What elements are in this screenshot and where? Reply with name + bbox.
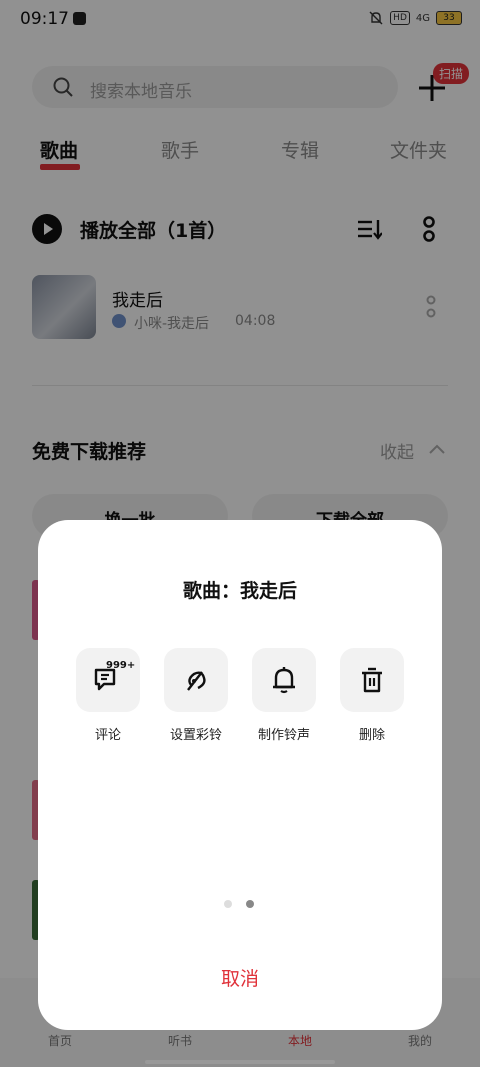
comment-count-badge: 999+ [106,660,136,671]
home-indicator [145,1060,335,1064]
sheet-title: 歌曲：我走后 [182,580,297,602]
ringtone-button[interactable] [252,648,316,712]
ringback-icon [187,671,206,691]
page-dot [224,900,232,908]
bell-icon [273,667,295,694]
delete-button[interactable] [340,648,404,712]
ringtone-action[interactable]: 制作铃声 [244,648,324,758]
comment-label: 评论 [94,728,121,743]
ringback-button[interactable] [164,648,228,712]
page-indicator [224,900,264,910]
ringtone-label: 制作铃声 [257,728,310,743]
ringback-action[interactable]: 设置彩铃 [156,648,236,758]
delete-action[interactable]: 删除 [332,648,412,758]
delete-label: 删除 [358,728,385,743]
page-dot-active [246,900,254,908]
song-action-sheet: 歌曲：我走后 999+ 评论 设置彩铃 制作铃声 删除 取消 [38,520,442,1030]
trash-icon [362,667,382,693]
ringback-label: 设置彩铃 [169,728,222,743]
cancel-button[interactable]: 取消 [38,964,442,991]
comment-button[interactable]: 999+ [76,648,140,712]
comment-action[interactable]: 999+ 评论 [68,648,148,758]
